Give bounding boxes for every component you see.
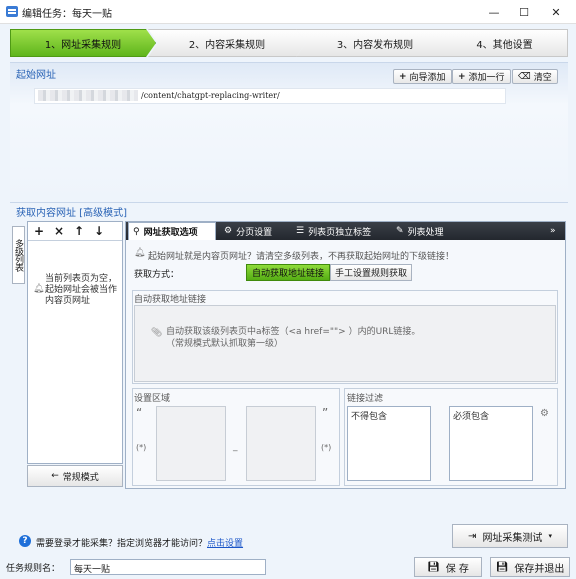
quote-open: “ xyxy=(136,406,143,420)
auto-links-group-title: 自动获取地址链接 xyxy=(134,295,207,305)
step-url-rules[interactable]: 1、网址采集规则 xyxy=(10,29,156,57)
content-url-label: 获取内容网址 [高级模式] xyxy=(16,208,127,219)
wizard-add-label: 向导添加 xyxy=(409,73,446,83)
delete-icon[interactable]: × xyxy=(52,224,66,238)
must-not-contain-input[interactable]: 不得包含 xyxy=(347,406,431,481)
login-hint-text: 需要登录才能采集？指定浏览器才能访问？ xyxy=(36,539,208,549)
normal-mode-label: 常规模式 xyxy=(62,472,99,483)
minimize-button[interactable]: — xyxy=(478,0,510,24)
link-icon: ⚲ xyxy=(133,226,140,237)
save-exit-button[interactable]: 💾︎ 保存并退出 xyxy=(490,557,570,577)
wizard-steps: 1、网址采集规则 2、内容采集规则 3、内容发布规则 4、其他设置 xyxy=(10,29,568,57)
title-bar: 编辑任务：每天一贴 — ☐ ✕ xyxy=(0,0,576,24)
close-button[interactable]: ✕ xyxy=(540,0,572,24)
auto-get-links-button[interactable]: 自动获取地址链接 xyxy=(246,264,330,281)
add-row-button[interactable]: + 添加一行 xyxy=(452,69,511,84)
get-method-label: 获取方式： xyxy=(134,270,180,280)
quote-close: ” xyxy=(322,406,329,420)
manual-rule-button[interactable]: 手工设置规则获取 xyxy=(330,264,412,281)
multilevel-list-box[interactable]: + × ↑ ↓ 🔔︎ 当前列表页为空，起始网址会被当作内容页网址 xyxy=(27,221,123,464)
auto-links-desc-2: （常规模式默认抓取第一级） xyxy=(166,339,284,349)
must-not-contain-placeholder: 不得包含 xyxy=(351,412,388,422)
start-url-label: 起始网址 xyxy=(16,70,56,81)
wizard-add-button[interactable]: + 向导添加 xyxy=(393,69,452,84)
clear-icon: ⌫ xyxy=(518,71,531,82)
tab-url-options[interactable]: ⚲ 网址获取选项 xyxy=(128,222,216,240)
tabs-scroll-icon[interactable]: » xyxy=(550,222,564,240)
move-down-icon[interactable]: ↓ xyxy=(92,224,106,238)
filter-settings-icon[interactable]: ⚙ xyxy=(540,408,549,419)
must-contain-placeholder: 必须包含 xyxy=(453,412,490,422)
url-collect-test-button[interactable]: ⇥ 网址采集测试 ▾ xyxy=(452,524,568,548)
tab-url-options-label: 网址获取选项 xyxy=(143,228,198,238)
tab-list-processing[interactable]: ✎ 列表处理 xyxy=(392,222,472,240)
bell-icon: 🔔︎ xyxy=(134,248,146,258)
app-icon xyxy=(6,6,18,17)
tab-list-processing-label: 列表处理 xyxy=(407,227,444,238)
task-name-input[interactable]: 每天一贴 xyxy=(70,559,266,575)
tab-list-tags-label: 列表页独立标签 xyxy=(308,227,372,238)
window-title: 编辑任务：每天一贴 xyxy=(22,9,112,20)
link-filter-group-title: 链接过滤 xyxy=(347,394,384,404)
move-up-icon[interactable]: ↑ xyxy=(72,224,86,238)
save-icon: 💾︎ xyxy=(495,561,509,573)
arrow-left-icon: ← xyxy=(51,471,59,481)
save-label: 保 存 xyxy=(445,563,469,575)
url-collect-test-label: 网址采集测试 xyxy=(482,532,543,544)
options-tabbar: ⚲ 网址获取选项 ⚙ 分页设置 ☰ 列表页独立标签 ✎ 列表处理 » xyxy=(126,222,565,240)
paperclip-icon: 📎︎ xyxy=(151,328,163,338)
wildcard-right: (*) xyxy=(321,443,332,452)
region-end-input[interactable] xyxy=(246,406,316,481)
save-icon: 💾︎ xyxy=(427,561,440,573)
dropdown-arrow-icon: ▾ xyxy=(548,532,552,540)
plus-icon: + xyxy=(399,71,407,82)
step-content-rules[interactable]: 2、内容采集规则 xyxy=(148,29,306,57)
save-button[interactable]: 💾︎ 保 存 xyxy=(414,557,482,577)
step-other-settings[interactable]: 4、其他设置 xyxy=(442,29,568,57)
add-icon[interactable]: + xyxy=(32,224,46,238)
list-icon: ☰ xyxy=(296,226,305,236)
wildcard-left: (*) xyxy=(136,443,147,452)
start-url-notice: 起始网址就是内容页网址？请清空多级列表，不再获取起始网址的下级链接！ xyxy=(148,252,455,262)
clear-label: 清空 xyxy=(533,73,552,83)
region-separator: _ xyxy=(233,442,238,452)
tab-pagination-label: 分页设置 xyxy=(236,227,273,238)
tab-list-tags[interactable]: ☰ 列表页独立标签 xyxy=(292,222,392,240)
pencil-icon: ✎ xyxy=(396,226,404,236)
clear-button[interactable]: ⌫ 清空 xyxy=(512,69,558,84)
login-settings-link[interactable]: 点击设置 xyxy=(207,539,243,549)
maximize-button[interactable]: ☐ xyxy=(508,0,540,24)
save-exit-label: 保存并退出 xyxy=(514,563,565,575)
region-start-input[interactable] xyxy=(156,406,226,481)
task-name-value: 每天一贴 xyxy=(74,565,111,575)
normal-mode-button[interactable]: ← 常规模式 xyxy=(27,465,123,487)
must-contain-input[interactable]: 必须包含 xyxy=(449,406,533,481)
redacted-domain xyxy=(38,90,138,101)
toolbar-divider xyxy=(28,240,122,241)
add-row-label: 添加一行 xyxy=(468,73,505,83)
question-icon: ? xyxy=(19,535,31,547)
run-icon: ⇥ xyxy=(468,530,477,542)
tab-pagination[interactable]: ⚙ 分页设置 xyxy=(220,222,290,240)
cog-icon: ⚙ xyxy=(224,226,233,236)
task-name-label: 任务规则名： xyxy=(6,564,61,574)
plus-icon: + xyxy=(458,71,466,82)
step-publish-rules[interactable]: 3、内容发布规则 xyxy=(296,29,454,57)
start-url-value: /content/chatgpt-replacing-writer/ xyxy=(141,91,280,100)
empty-list-hint: 当前列表页为空，起始网址会被当作内容页网址 xyxy=(45,274,118,306)
multilevel-list-tab[interactable]: 多级列表 xyxy=(12,226,25,284)
region-group-title: 设置区域 xyxy=(134,394,171,404)
login-hint: 需要登录才能采集？指定浏览器才能访问？点击设置 xyxy=(36,536,243,549)
bell-icon: 🔔︎ xyxy=(33,284,45,294)
